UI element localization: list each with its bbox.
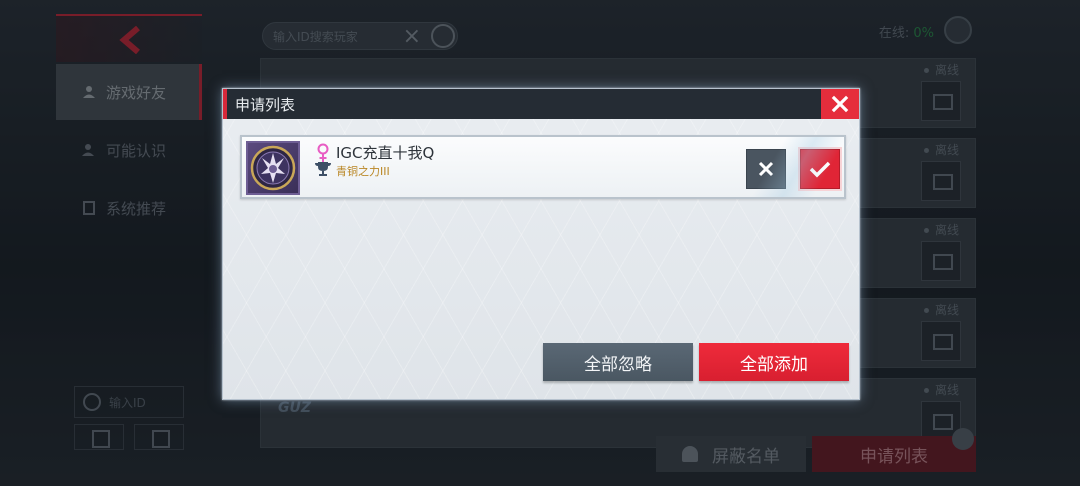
dialog-title: 申请列表 [235, 95, 296, 114]
check-icon [809, 161, 831, 178]
ignore-all-label: 全部忽略 [584, 354, 652, 375]
accept-button[interactable] [800, 149, 840, 189]
requester-rank: 青铜之力III [336, 165, 390, 178]
close-icon [831, 95, 849, 113]
avatar-emblem-icon [250, 145, 296, 191]
close-button[interactable] [821, 89, 859, 119]
reject-button[interactable] [746, 149, 786, 189]
reject-icon [758, 161, 774, 177]
apply-list-dialog: 申请列表 IGC充直十我Q 青铜之力III 全部忽略 全部添加 [222, 88, 860, 400]
dialog-header: 申请列表 [223, 89, 859, 119]
requester-name: IGC充直十我Q [336, 144, 435, 162]
avatar[interactable] [246, 141, 300, 195]
add-all-button[interactable]: 全部添加 [699, 343, 849, 381]
female-icon [317, 143, 329, 162]
add-all-label: 全部添加 [740, 354, 808, 375]
ignore-all-button[interactable]: 全部忽略 [543, 343, 693, 381]
trophy-icon [315, 162, 331, 176]
request-item: IGC充直十我Q 青铜之力III [240, 135, 846, 199]
